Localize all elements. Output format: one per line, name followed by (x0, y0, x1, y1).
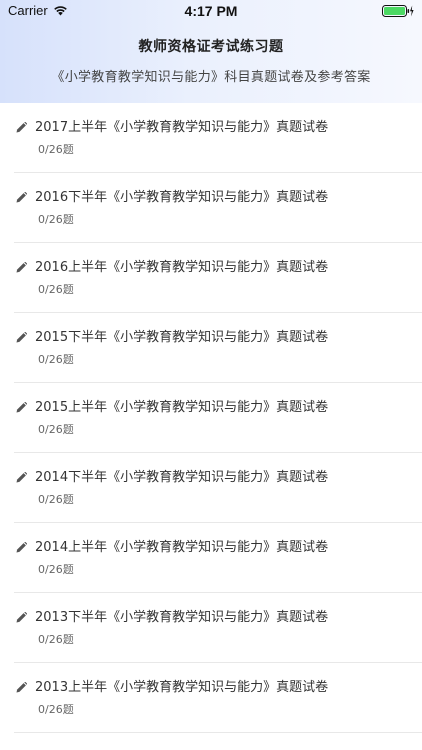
list-item-progress: 0/26题 (38, 353, 74, 366)
list-item-title: 2014上半年《小学教育教学知识与能力》真题试卷 (35, 540, 329, 555)
pencil-icon (16, 542, 27, 553)
list-item-title: 2015下半年《小学教育教学知识与能力》真题试卷 (35, 330, 329, 345)
list-item-progress: 0/26题 (38, 493, 74, 506)
list-item[interactable]: 2013上半年《小学教育教学知识与能力》真题试卷 0/26题 (0, 663, 422, 733)
pencil-icon (16, 402, 27, 413)
list-item-title: 2017上半年《小学教育教学知识与能力》真题试卷 (35, 120, 329, 135)
list-item-title: 2013上半年《小学教育教学知识与能力》真题试卷 (35, 680, 329, 695)
list-item[interactable]: 2015上半年《小学教育教学知识与能力》真题试卷 0/26题 (0, 383, 422, 453)
list-item[interactable]: 2014上半年《小学教育教学知识与能力》真题试卷 0/26题 (0, 523, 422, 593)
list-item-progress: 0/26题 (38, 283, 74, 296)
list-item-progress: 0/26题 (38, 423, 74, 436)
list-item-title: 2013下半年《小学教育教学知识与能力》真题试卷 (35, 610, 329, 625)
exam-list: 2017上半年《小学教育教学知识与能力》真题试卷 0/26题 2016下半年《小… (0, 103, 422, 750)
pencil-icon (16, 122, 27, 133)
pencil-icon (16, 612, 27, 623)
list-item-title: 2016下半年《小学教育教学知识与能力》真题试卷 (35, 190, 329, 205)
list-item[interactable]: 2017上半年《小学教育教学知识与能力》真题试卷 0/26题 (0, 103, 422, 173)
header: Carrier 4:17 PM 教师资格证考试练习题 《小学教育教学知识与能力》… (0, 0, 422, 103)
app-screen: Carrier 4:17 PM 教师资格证考试练习题 《小学教育教学知识与能力》… (0, 0, 422, 750)
pencil-icon (16, 262, 27, 273)
status-time: 4:17 PM (184, 3, 238, 19)
pencil-icon (16, 192, 27, 203)
pencil-icon (16, 472, 27, 483)
list-item[interactable]: 2015下半年《小学教育教学知识与能力》真题试卷 0/26题 (0, 313, 422, 383)
list-item-title: 2014下半年《小学教育教学知识与能力》真题试卷 (35, 470, 329, 485)
list-item[interactable]: 2013下半年《小学教育教学知识与能力》真题试卷 0/26题 (0, 593, 422, 663)
status-bar: Carrier 4:17 PM (0, 0, 422, 22)
list-item-progress: 0/26题 (38, 633, 74, 646)
battery-charging-icon (382, 5, 414, 17)
pencil-icon (16, 682, 27, 693)
list-item-progress: 0/26题 (38, 143, 74, 156)
list-item[interactable]: 2016下半年《小学教育教学知识与能力》真题试卷 0/26题 (0, 173, 422, 243)
list-item[interactable]: 2016上半年《小学教育教学知识与能力》真题试卷 0/26题 (0, 243, 422, 313)
page-subtitle: 《小学教育教学知识与能力》科目真题试卷及参考答案 (51, 70, 371, 85)
list-item-title: 2015上半年《小学教育教学知识与能力》真题试卷 (35, 400, 329, 415)
list-item-progress: 0/26题 (38, 563, 74, 576)
pencil-icon (16, 332, 27, 343)
list-item-progress: 0/26题 (38, 213, 74, 226)
list-item-progress: 0/26题 (38, 703, 74, 716)
list-item-title: 2016上半年《小学教育教学知识与能力》真题试卷 (35, 260, 329, 275)
page-title: 教师资格证考试练习题 (138, 39, 284, 55)
list-item[interactable]: 2014下半年《小学教育教学知识与能力》真题试卷 0/26题 (0, 453, 422, 523)
